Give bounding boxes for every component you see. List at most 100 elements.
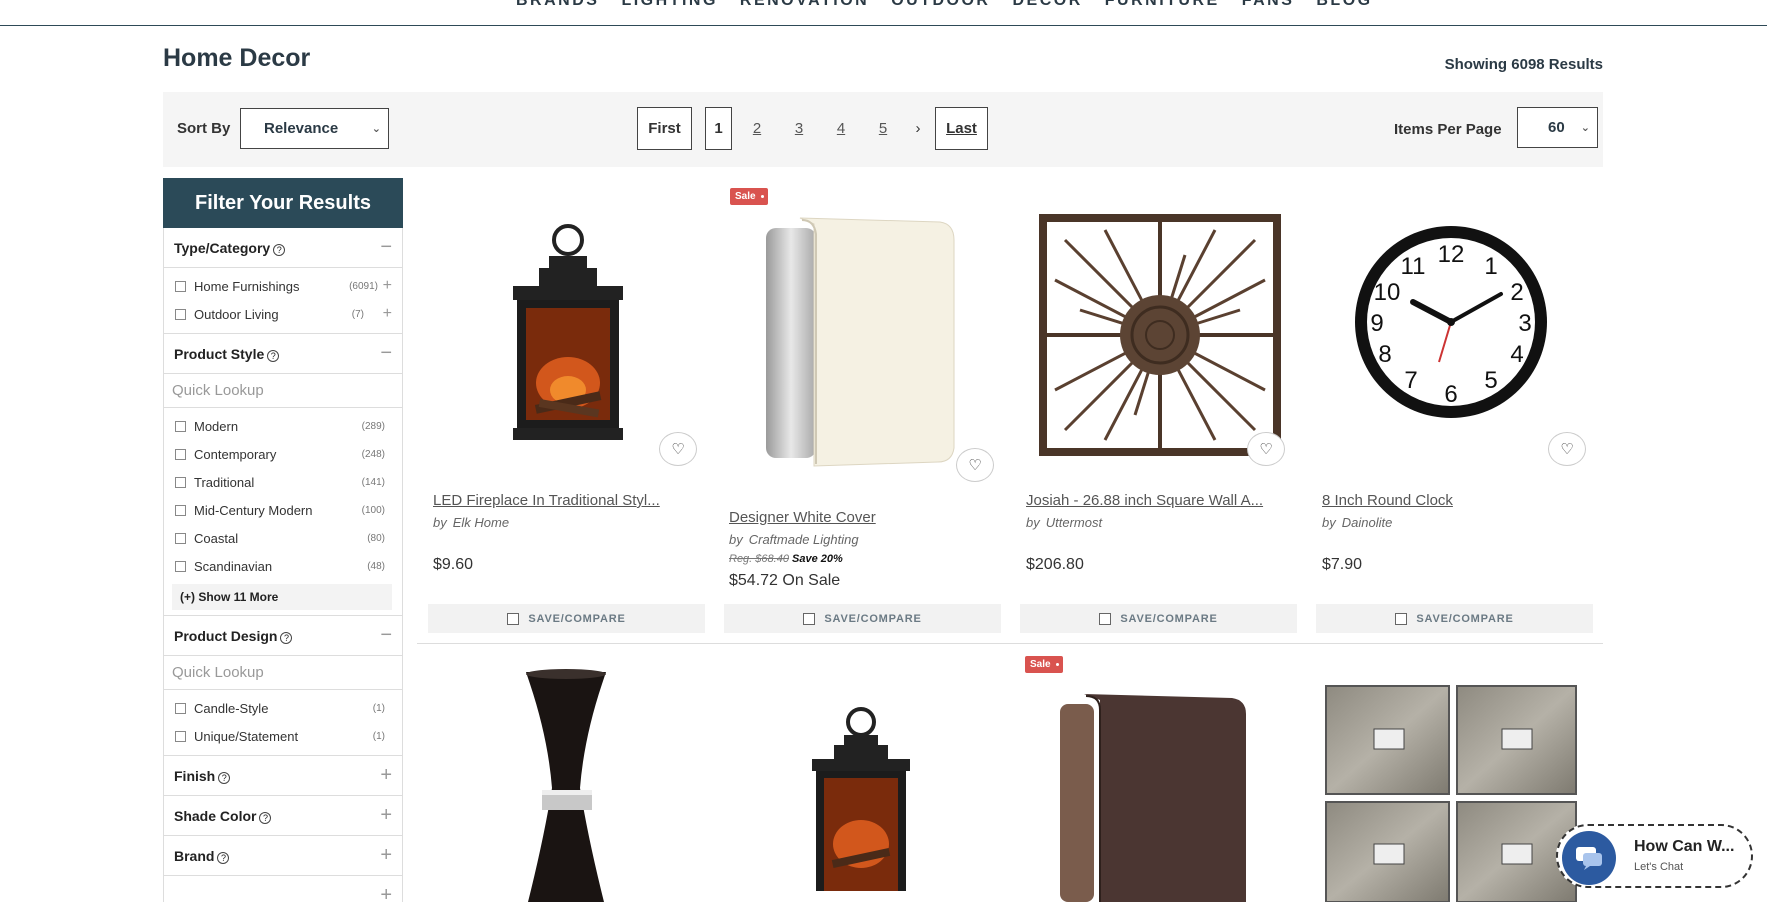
question-circle-icon[interactable]: ? [273,243,286,256]
question-circle-icon[interactable]: ? [217,851,230,864]
filter-shade-color-header[interactable]: Shade Color? + [163,796,403,836]
checkbox[interactable] [1099,612,1112,625]
filter-section-label: Shade Color [174,807,257,824]
style-quick-lookup-input[interactable]: Quick Lookup [163,374,403,408]
filter-option[interactable]: Unique/Statement (1) [164,722,402,750]
nav-decor[interactable]: DECOR [1012,0,1082,10]
filter-option[interactable]: Contemporary (248) [164,440,402,468]
heart-icon[interactable]: ♡ [1247,432,1285,466]
nav-brands[interactable]: BRANDS [516,0,599,10]
product-image[interactable] [1035,210,1285,460]
nav-renovation[interactable]: RENOVATION [740,0,869,10]
filter-product-design-options: Candle-Style (1) Unique/Statement (1) [163,690,403,756]
filter-option[interactable]: Home Furnishings (6091) + [164,272,402,300]
checkbox[interactable] [175,308,186,320]
product-image-lantern[interactable] [808,704,914,902]
save-compare-button[interactable]: SAVE/COMPARE [1020,604,1297,633]
nav-fans[interactable]: FANS [1242,0,1295,10]
page-1-button[interactable]: 1 [705,107,732,150]
svg-text:9: 9 [1370,310,1383,337]
filter-brand-header[interactable]: Brand? + [163,836,403,876]
filter-option[interactable]: Candle-Style (1) [164,694,402,722]
nav-blog[interactable]: BLOG [1316,0,1372,10]
product-image[interactable] [762,216,962,476]
svg-text:6: 6 [1444,381,1457,408]
checkbox[interactable] [175,730,186,742]
nav-furniture[interactable]: FURNITURE [1105,0,1220,10]
question-circle-icon[interactable]: ? [280,631,293,644]
filter-option[interactable]: Modern (289) [164,412,402,440]
expand-icon[interactable]: + [380,884,392,902]
filter-section-label: Product Design [174,627,278,644]
svg-text:2: 2 [1510,279,1523,306]
checkbox[interactable] [175,420,186,432]
heart-icon[interactable]: ♡ [659,432,697,466]
first-page-button[interactable]: First [637,107,692,150]
expand-icon[interactable]: + [380,764,392,787]
checkbox[interactable] [175,504,186,516]
checkbox[interactable] [803,612,816,625]
expand-icon[interactable]: + [380,804,392,827]
filter-option[interactable]: Scandinavian (48) [164,552,402,580]
product-image-vase[interactable] [520,668,612,902]
checkbox[interactable] [175,448,186,460]
filter-finish-header[interactable]: Finish? + [163,756,403,796]
page-3-link[interactable]: 3 [778,120,820,137]
product-image[interactable]: 12 1 2 3 4 5 6 7 8 9 10 11 [1353,224,1549,420]
expand-icon[interactable]: + [383,277,392,295]
svg-text:7: 7 [1404,367,1417,394]
checkbox[interactable] [507,612,520,625]
checkbox[interactable] [175,476,186,488]
question-circle-icon[interactable]: ? [259,811,272,824]
checkbox[interactable] [175,560,186,572]
filter-product-design-header[interactable]: Product Design? − [163,616,403,656]
save-compare-button[interactable]: SAVE/COMPARE [428,604,705,633]
expand-icon[interactable]: + [380,844,392,867]
expand-icon[interactable]: + [383,305,392,323]
filter-option[interactable]: Outdoor Living (7) + [164,300,402,328]
show-more-styles-link[interactable]: (+) Show 11 More [172,584,392,610]
checkbox[interactable] [175,280,186,292]
checkbox[interactable] [175,702,186,714]
sort-select[interactable]: Relevance ⌄ [240,108,389,149]
last-page-button[interactable]: Last [935,107,988,150]
nav-items: BRANDS LIGHTING RENOVATION OUTDOOR DECOR… [516,0,1373,10]
filter-product-style-header[interactable]: Product Style? − [163,334,403,374]
checkbox[interactable] [1395,612,1408,625]
filter-type-category-header[interactable]: Type/Category? − [163,228,403,268]
question-circle-icon[interactable]: ? [267,349,280,362]
heart-icon[interactable]: ♡ [1548,432,1586,466]
nav-lighting[interactable]: LIGHTING [621,0,717,10]
product-card: ♡ LED Fireplace In Traditional Styl... b… [427,186,705,636]
heart-icon[interactable]: ♡ [956,448,994,482]
next-page-icon[interactable]: › [904,120,932,137]
nav-outdoor[interactable]: OUTDOOR [891,0,990,10]
chat-widget[interactable]: How Can W... Let's Chat [1556,824,1753,888]
filter-option[interactable]: Mid-Century Modern (100) [164,496,402,524]
page-2-link[interactable]: 2 [736,120,778,137]
product-name-link[interactable]: LED Fireplace In Traditional Styl... [433,492,660,509]
question-circle-icon[interactable]: ? [218,771,231,784]
collapse-icon[interactable]: − [380,342,392,365]
chat-title: How Can W... [1634,838,1735,855]
filter-option[interactable]: Traditional (141) [164,468,402,496]
product-image-cover[interactable] [1060,690,1252,902]
product-name-link[interactable]: Josiah - 26.88 inch Square Wall A... [1026,492,1263,509]
product-image-wall-art[interactable] [1324,684,1578,902]
collapse-icon[interactable]: − [380,624,392,647]
filter-next-header[interactable]: + [163,876,403,902]
product-name-link[interactable]: 8 Inch Round Clock [1322,492,1453,509]
save-compare-button[interactable]: SAVE/COMPARE [724,604,1001,633]
design-quick-lookup-input[interactable]: Quick Lookup [163,656,403,690]
top-navigation: BRANDS LIGHTING RENOVATION OUTDOOR DECOR… [0,0,1767,26]
chat-bubble-icon[interactable] [1562,831,1616,885]
items-per-page-select[interactable]: 60 ⌄ [1517,107,1598,148]
product-name-link[interactable]: Designer White Cover [729,509,876,526]
filter-option[interactable]: Coastal (80) [164,524,402,552]
save-compare-button[interactable]: SAVE/COMPARE [1316,604,1593,633]
checkbox[interactable] [175,532,186,544]
product-image[interactable] [509,218,627,443]
page-5-link[interactable]: 5 [862,120,904,137]
collapse-icon[interactable]: − [380,236,392,259]
page-4-link[interactable]: 4 [820,120,862,137]
